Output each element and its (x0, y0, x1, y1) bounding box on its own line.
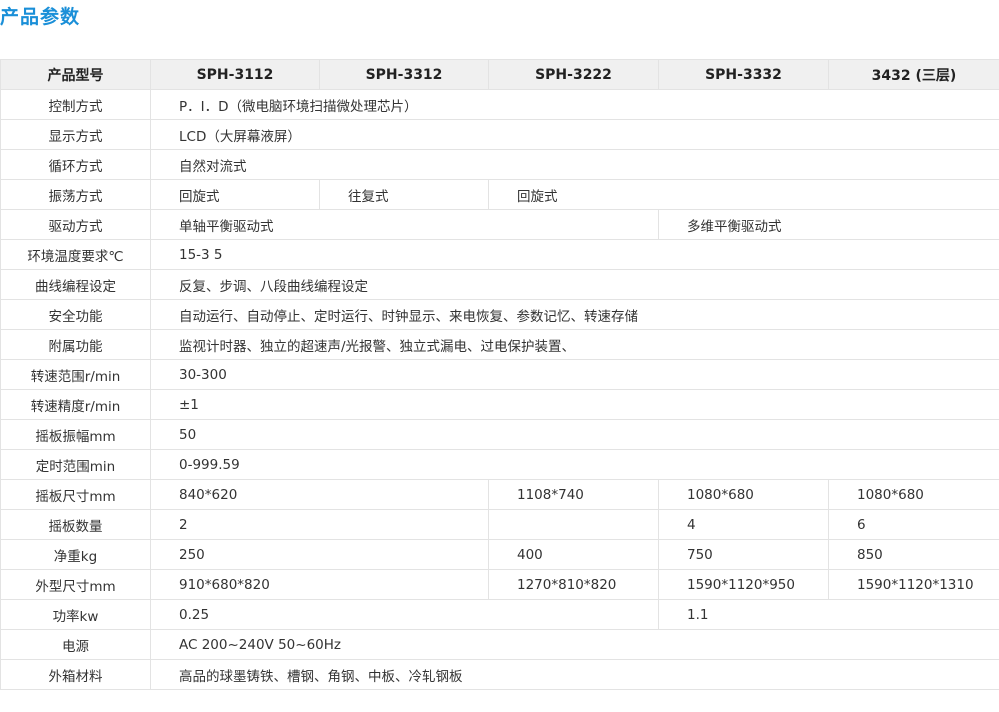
row-label: 功率kw (0, 599, 151, 630)
header-label: 产品型号 (0, 59, 151, 90)
row-value: 1.1 (658, 599, 999, 630)
table-row: 循环方式 自然对流式 (0, 149, 999, 180)
row-label: 循环方式 (0, 149, 151, 180)
row-value: 1590*1120*1310 (828, 569, 999, 600)
row-value: ±1 (150, 389, 999, 420)
table-row: 功率kw 0.25 1.1 (0, 599, 999, 630)
row-value: 1590*1120*950 (658, 569, 829, 600)
row-label: 电源 (0, 629, 151, 660)
row-value: 回旋式 (150, 179, 320, 210)
row-value: 1080*680 (658, 479, 829, 510)
table-row: 显示方式 LCD（大屏幕液屏） (0, 119, 999, 150)
row-label: 振荡方式 (0, 179, 151, 210)
table-row: 电源 AC 200~240V 50~60Hz (0, 629, 999, 660)
row-value: 30-300 (150, 359, 999, 390)
row-value: 自然对流式 (150, 149, 999, 180)
row-value: 6 (828, 509, 999, 540)
row-value: AC 200~240V 50~60Hz (150, 629, 999, 660)
table-row: 驱动方式 单轴平衡驱动式 多维平衡驱动式 (0, 209, 999, 240)
table-row: 摇板尺寸mm 840*620 1108*740 1080*680 1080*68… (0, 479, 999, 510)
row-label: 环境温度要求℃ (0, 239, 151, 270)
table-row: 摇板振幅mm 50 (0, 419, 999, 450)
row-label: 驱动方式 (0, 209, 151, 240)
table-row: 外型尺寸mm 910*680*820 1270*810*820 1590*112… (0, 569, 999, 600)
table-row: 控制方式 P．I．D（微电脑环境扫描微处理芯片） (0, 89, 999, 120)
row-value: 750 (658, 539, 829, 570)
row-label: 外型尺寸mm (0, 569, 151, 600)
header-model: SPH-3222 (488, 59, 659, 90)
row-value: 0.25 (150, 599, 659, 630)
row-label: 外箱材料 (0, 659, 151, 690)
row-value: 1080*680 (828, 479, 999, 510)
row-value: 反复、步调、八段曲线编程设定 (150, 269, 999, 300)
spec-table: 产品型号 SPH-3112 SPH-3312 SPH-3222 SPH-3332… (0, 59, 999, 690)
row-label: 转速精度r/min (0, 389, 151, 420)
row-value: 15-3 5 (150, 239, 999, 270)
row-label: 曲线编程设定 (0, 269, 151, 300)
row-value: 自动运行、自动停止、定时运行、时钟显示、来电恢复、参数记忆、转速存储 (150, 299, 999, 330)
row-label: 定时范围min (0, 449, 151, 480)
row-value: 2 (150, 509, 489, 540)
row-label: 摇板数量 (0, 509, 151, 540)
row-value: 4 (658, 509, 829, 540)
table-row: 附属功能 监视计时器、独立的超速声/光报警、独立式漏电、过电保护装置、 (0, 329, 999, 360)
row-label: 附属功能 (0, 329, 151, 360)
row-label: 显示方式 (0, 119, 151, 150)
row-value: 840*620 (150, 479, 489, 510)
row-value: 回旋式 (488, 179, 999, 210)
row-value: 1270*810*820 (488, 569, 659, 600)
row-value: 400 (488, 539, 659, 570)
row-value: 850 (828, 539, 999, 570)
row-value: 高品的球墨铸铁、槽钢、角钢、中板、冷轧钢板 (150, 659, 999, 690)
table-row: 曲线编程设定 反复、步调、八段曲线编程设定 (0, 269, 999, 300)
row-value: 监视计时器、独立的超速声/光报警、独立式漏电、过电保护装置、 (150, 329, 999, 360)
table-row: 振荡方式 回旋式 往复式 回旋式 (0, 179, 999, 210)
table-row: 安全功能 自动运行、自动停止、定时运行、时钟显示、来电恢复、参数记忆、转速存储 (0, 299, 999, 330)
header-model: SPH-3312 (319, 59, 489, 90)
row-label: 安全功能 (0, 299, 151, 330)
row-label: 摇板振幅mm (0, 419, 151, 450)
table-header-row: 产品型号 SPH-3112 SPH-3312 SPH-3222 SPH-3332… (0, 59, 999, 90)
row-value: 多维平衡驱动式 (658, 209, 999, 240)
table-row: 转速范围r/min 30-300 (0, 359, 999, 390)
table-row: 定时范围min 0-999.59 (0, 449, 999, 480)
row-label: 转速范围r/min (0, 359, 151, 390)
row-value: 0-999.59 (150, 449, 999, 480)
table-row: 摇板数量 2 4 6 (0, 509, 999, 540)
row-value: 往复式 (319, 179, 489, 210)
row-label: 摇板尺寸mm (0, 479, 151, 510)
row-value: 250 (150, 539, 489, 570)
header-model: SPH-3112 (150, 59, 320, 90)
row-value: 910*680*820 (150, 569, 489, 600)
table-row: 环境温度要求℃ 15-3 5 (0, 239, 999, 270)
row-value: 1108*740 (488, 479, 659, 510)
row-label: 控制方式 (0, 89, 151, 120)
row-value: P．I．D（微电脑环境扫描微处理芯片） (150, 89, 999, 120)
row-label: 净重kg (0, 539, 151, 570)
header-model: SPH-3332 (658, 59, 829, 90)
row-value: 50 (150, 419, 999, 450)
page-title: 产品参数 (0, 6, 81, 28)
header-model: 3432 (三层) (828, 59, 999, 90)
table-row: 转速精度r/min ±1 (0, 389, 999, 420)
row-value: LCD（大屏幕液屏） (150, 119, 999, 150)
table-row: 外箱材料 高品的球墨铸铁、槽钢、角钢、中板、冷轧钢板 (0, 659, 999, 690)
row-value (488, 509, 659, 540)
row-value: 单轴平衡驱动式 (150, 209, 659, 240)
table-row: 净重kg 250 400 750 850 (0, 539, 999, 570)
